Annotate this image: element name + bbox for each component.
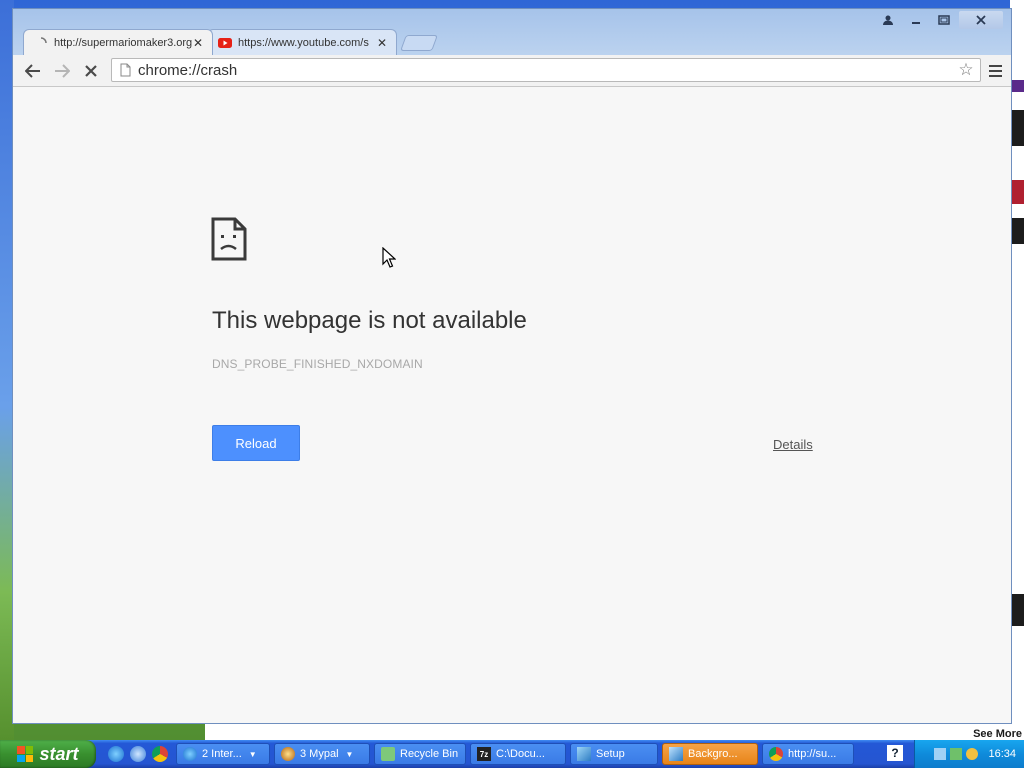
quick-launch (108, 746, 168, 762)
ie-icon (183, 747, 197, 761)
network-icon[interactable] (934, 748, 947, 760)
minimize-button[interactable] (903, 11, 929, 29)
tab-youtube[interactable]: https://www.youtube.com/s ✕ (207, 29, 397, 55)
tab-strip: http://supermariomaker3.org ✕ https://ww… (23, 29, 438, 55)
task-label: Recycle Bin (400, 748, 459, 760)
see-more-link[interactable]: See More (973, 728, 1022, 740)
ie-icon[interactable] (108, 746, 124, 762)
recycle-bin-icon (381, 747, 395, 761)
background-window-right (1010, 0, 1024, 740)
stop-icon (85, 65, 97, 77)
youtube-icon (218, 36, 232, 50)
bookmark-star-icon[interactable]: ☆ (956, 60, 976, 80)
tab-close-icon[interactable]: ✕ (376, 36, 388, 50)
page-icon (120, 63, 131, 77)
mouse-cursor-icon (382, 247, 396, 268)
clock[interactable]: 16:34 (988, 748, 1016, 760)
window-controls (875, 11, 1003, 29)
address-bar[interactable]: ☆ (111, 58, 981, 82)
menu-icon[interactable] (985, 61, 1005, 81)
task-recycle-bin[interactable]: Recycle Bin (374, 743, 466, 765)
system-tray: 16:34 (914, 740, 1024, 768)
chrome-window: http://supermariomaker3.org ✕ https://ww… (12, 8, 1012, 724)
task-label: http://su... (788, 748, 837, 760)
task-chrome[interactable]: http://su... (762, 743, 854, 765)
tab-title: https://www.youtube.com/s (238, 36, 369, 49)
details-link[interactable]: Details (773, 437, 813, 452)
chrome-icon (769, 747, 783, 761)
user-icon[interactable] (875, 11, 901, 29)
loading-icon (34, 36, 48, 50)
background-window-bottom (205, 724, 1024, 740)
task-mypal[interactable]: 3 Mypal ▼ (274, 743, 370, 765)
group-arrow-icon: ▼ (248, 749, 257, 759)
error-code: DNS_PROBE_FINISHED_NXDOMAIN (212, 357, 423, 371)
start-label: start (39, 743, 79, 764)
new-tab-button[interactable] (400, 35, 438, 51)
task-7zip[interactable]: 7z C:\Docu... (470, 743, 566, 765)
7zip-icon: 7z (477, 747, 491, 761)
back-arrow-icon (25, 64, 40, 78)
task-label: 2 Inter... (202, 748, 242, 760)
task-background[interactable]: Backgro... (662, 743, 758, 765)
task-label: Backgro... (688, 748, 738, 760)
back-button[interactable] (21, 60, 45, 82)
error-title: This webpage is not available (212, 307, 527, 334)
windows-logo-icon (17, 746, 34, 762)
close-button[interactable] (959, 11, 1003, 29)
maximize-button[interactable] (931, 11, 957, 29)
task-label: Setup (596, 748, 625, 760)
reload-button[interactable]: Reload (212, 425, 300, 461)
chrome-icon[interactable] (152, 746, 168, 762)
help-icon[interactable]: ? (887, 745, 903, 761)
error-page: This webpage is not available DNS_PROBE_… (13, 87, 1011, 723)
tab-supermariomaker[interactable]: http://supermariomaker3.org ✕ (23, 29, 213, 55)
setup-icon (577, 747, 591, 761)
task-setup[interactable]: Setup (570, 743, 658, 765)
tab-title: http://supermariomaker3.org (54, 36, 192, 49)
taskbar: start 2 Inter... ▼ 3 Mypal ▼ Recycle Bin… (0, 740, 1024, 768)
stop-button[interactable] (79, 60, 103, 82)
forward-button[interactable] (50, 60, 74, 82)
start-button[interactable]: start (0, 740, 96, 768)
sad-page-icon (211, 217, 247, 261)
browser-icon[interactable] (130, 746, 146, 762)
forward-arrow-icon (55, 64, 70, 78)
tab-close-icon[interactable]: ✕ (192, 36, 204, 50)
toolbar: ☆ (13, 55, 1011, 87)
search-icon[interactable] (966, 748, 979, 760)
task-label: 3 Mypal (300, 748, 339, 760)
url-input[interactable] (138, 61, 956, 79)
tray-app-icon[interactable] (950, 748, 963, 760)
task-internet-explorer[interactable]: 2 Inter... ▼ (176, 743, 270, 765)
group-arrow-icon: ▼ (345, 749, 354, 759)
title-bar: http://supermariomaker3.org ✕ https://ww… (13, 9, 1011, 57)
mypal-icon (281, 747, 295, 761)
task-label: C:\Docu... (496, 748, 545, 760)
background-icon (669, 747, 683, 761)
